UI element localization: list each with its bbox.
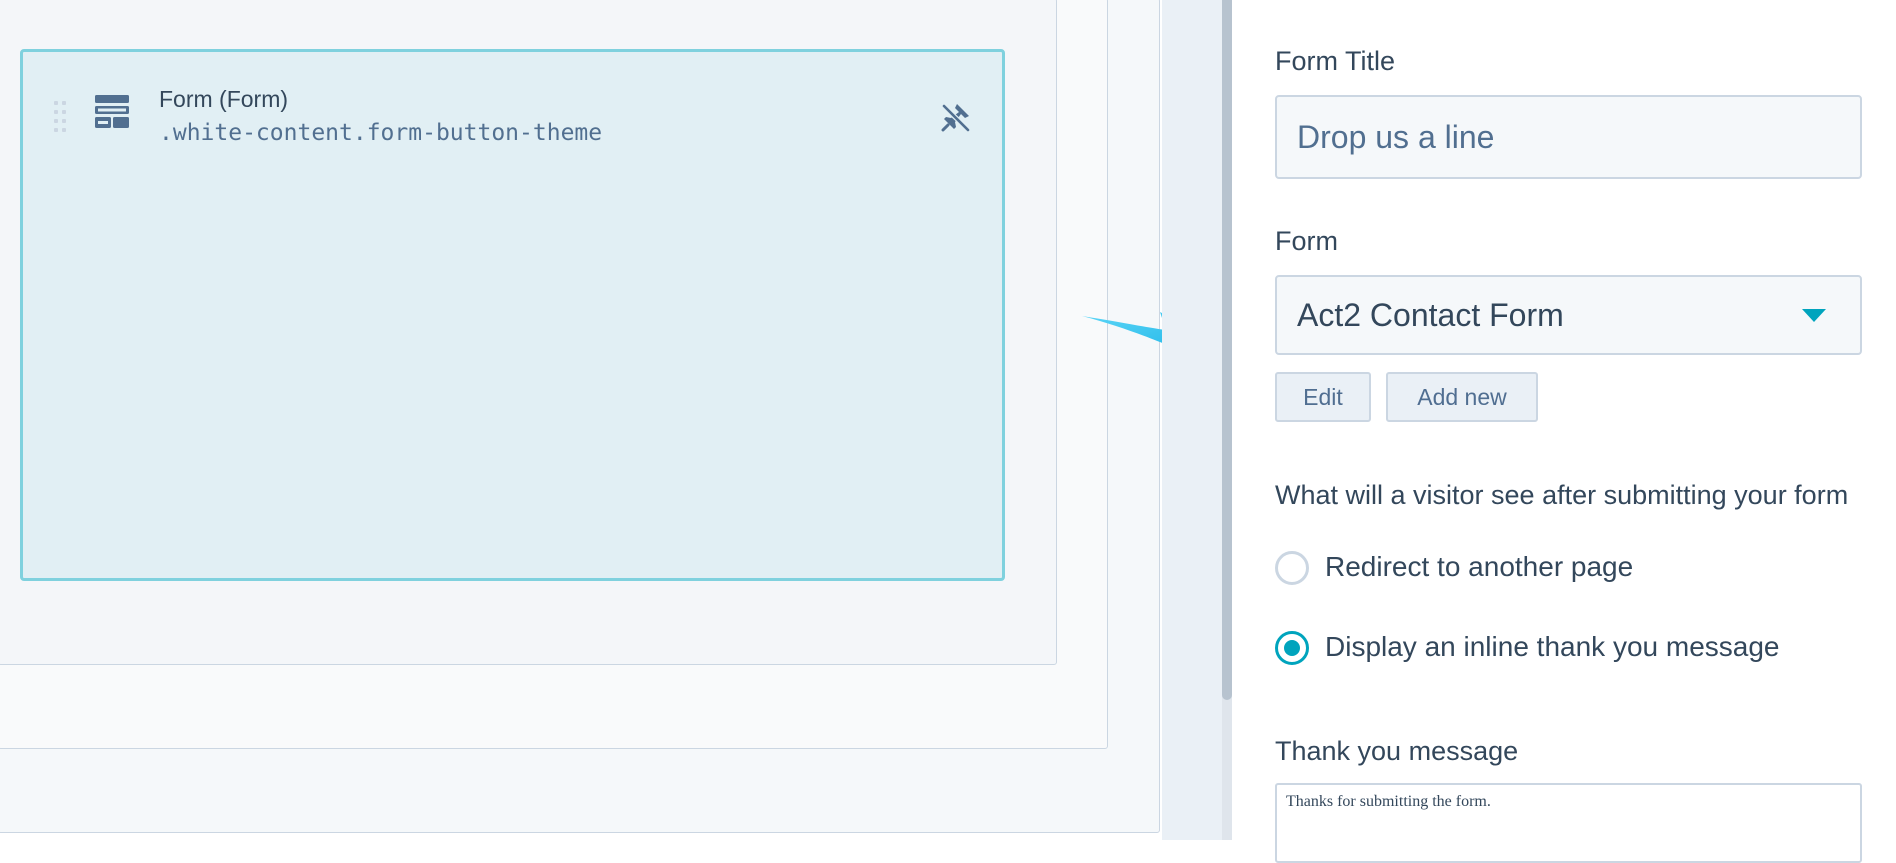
form-select[interactable]: Act2 Contact Form <box>1275 275 1862 355</box>
drag-handle-icon[interactable] <box>54 101 66 135</box>
form-label: Form <box>1275 226 1338 256</box>
form-select-value: Act2 Contact Form <box>1297 297 1564 333</box>
editor-canvas: Form (Form) .white-content.form-button-t… <box>0 0 1162 840</box>
thank-you-message-label: Thank you message <box>1275 736 1519 766</box>
panel-splitter <box>1162 0 1222 840</box>
radio-redirect-label: Redirect to another page <box>1325 551 1634 582</box>
module-title: Form (Form) <box>159 86 289 112</box>
after-submit-question: What will a visitor see after submitting… <box>1275 480 1849 510</box>
radio-button-unchecked[interactable] <box>1275 551 1309 585</box>
form-title-label: Form Title <box>1275 46 1396 76</box>
radio-button-checked[interactable] <box>1275 631 1309 665</box>
add-new-form-button[interactable]: Add new <box>1386 372 1538 422</box>
form-title-input[interactable] <box>1275 95 1862 179</box>
caret-down-icon <box>1802 309 1826 322</box>
edit-form-button[interactable]: Edit <box>1275 372 1371 422</box>
module-class-name: .white-content.form-button-theme <box>159 120 603 146</box>
form-icon <box>95 95 129 128</box>
thank-you-message-editor[interactable]: Thanks for submitting the form. <box>1275 783 1862 863</box>
form-module[interactable]: Form (Form) .white-content.form-button-t… <box>20 49 1005 581</box>
scrollbar-thumb[interactable] <box>1222 0 1232 700</box>
radio-inline-message-label: Display an inline thank you message <box>1325 631 1780 662</box>
unpin-icon[interactable] <box>939 100 973 134</box>
